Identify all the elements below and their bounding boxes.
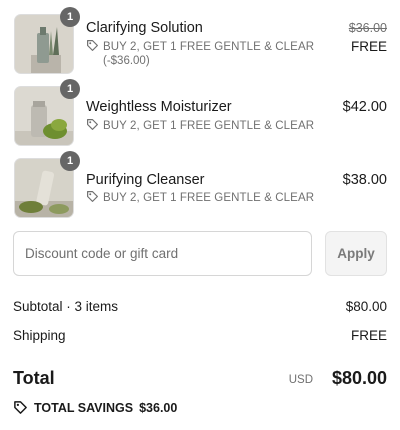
- subtotal-label: Subtotal · 3 items: [13, 299, 119, 314]
- product-name: Clarifying Solution: [86, 20, 203, 36]
- product-name: Purifying Cleanser: [86, 172, 205, 188]
- item-price: $42.00: [342, 99, 387, 115]
- currency-code: USD: [288, 374, 313, 386]
- discount-label: BUY 2, GET 1 FREE GENTLE & CLEAR: [103, 192, 315, 204]
- item-price: $38.00: [342, 172, 387, 188]
- discount-amount: (-$36.00): [103, 55, 150, 67]
- tag-icon: [87, 191, 98, 202]
- discount-label: BUY 2, GET 1 FREE GENTLE & CLEAR: [103, 120, 315, 132]
- shipping-label: Shipping: [13, 328, 66, 343]
- discount-info: BUY 2, GET 1 FREE GENTLE & CLEAR: [86, 118, 314, 132]
- savings-value: $36.00: [139, 400, 178, 415]
- discount-label: BUY 2, GET 1 FREE GENTLE & CLEAR: [103, 41, 315, 53]
- apply-button[interactable]: Apply: [325, 231, 387, 276]
- total-value: $80.00: [331, 368, 387, 388]
- discount-code-placeholder: Discount code or gift card: [25, 246, 179, 261]
- tag-icon: [87, 119, 98, 130]
- tag-icon: [14, 401, 27, 414]
- tag-icon: [87, 40, 98, 51]
- original-price: $36.00: [348, 21, 387, 35]
- discount-code-input[interactable]: Discount code or gift card: [13, 231, 312, 276]
- subtotal-value: $80.00: [345, 299, 387, 314]
- quantity-badge: 1: [60, 79, 80, 99]
- shipping-value: FREE: [350, 328, 387, 343]
- savings-label: TOTAL SAVINGS: [34, 400, 134, 415]
- item-price: FREE: [350, 39, 387, 54]
- total-label: Total: [13, 368, 55, 388]
- product-name: Weightless Moisturizer: [86, 99, 232, 115]
- total-savings: TOTAL SAVINGS $36.00: [13, 400, 177, 415]
- discount-info: BUY 2, GET 1 FREE GENTLE & CLEAR: [86, 190, 314, 204]
- quantity-badge: 1: [60, 151, 80, 171]
- quantity-badge: 1: [60, 7, 80, 27]
- discount-info: BUY 2, GET 1 FREE GENTLE & CLEAR: [86, 39, 314, 53]
